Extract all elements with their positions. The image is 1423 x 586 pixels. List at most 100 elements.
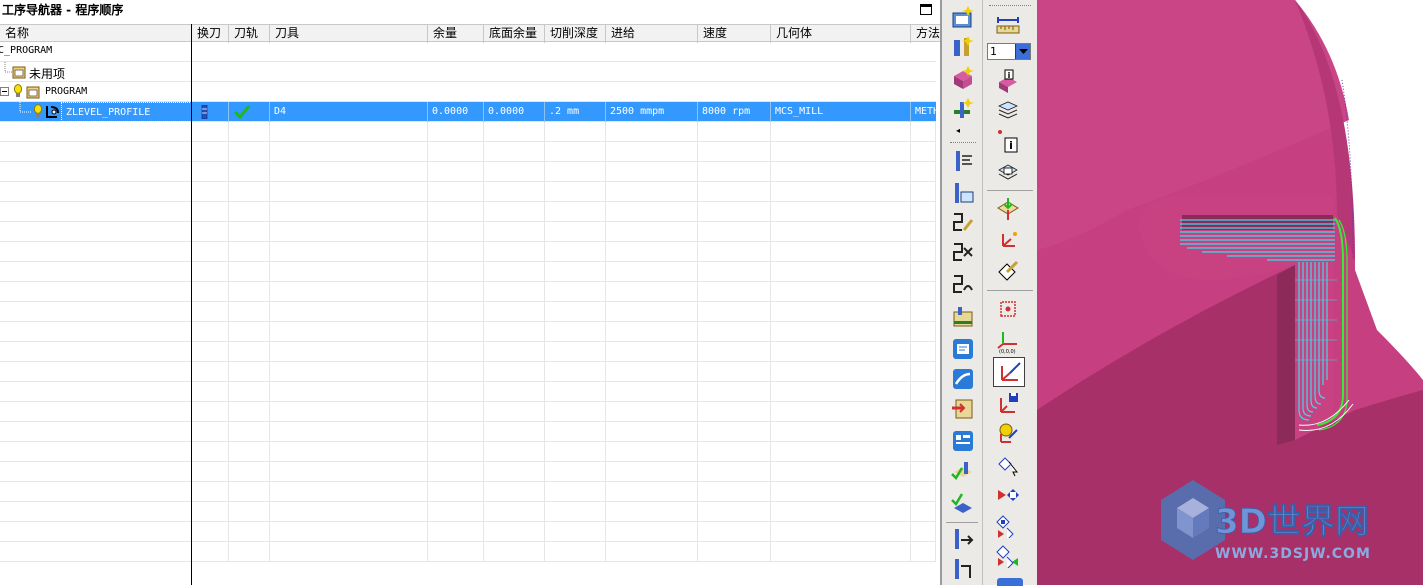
tree-row-operation[interactable]: ZLEVEL_PROFILE D4 0.0000 0.0000 .2 mm 25…	[0, 102, 936, 122]
measure-distance-icon[interactable]	[995, 12, 1021, 38]
table-row[interactable]	[0, 382, 936, 402]
table-row[interactable]	[0, 522, 936, 542]
column-header-method[interactable]: 方法	[911, 25, 940, 43]
column-header-feed[interactable]: 进给	[606, 25, 698, 43]
table-row[interactable]	[0, 142, 936, 162]
table-cell	[698, 502, 771, 522]
table-row[interactable]	[0, 122, 936, 142]
table-cell	[192, 162, 229, 182]
table-cell	[192, 122, 229, 142]
gouge-check-icon[interactable]	[950, 490, 976, 516]
table-cell	[270, 462, 428, 482]
column-header-speed[interactable]: 速度	[698, 25, 771, 43]
table-row[interactable]	[0, 282, 936, 302]
generate-toolpath-icon[interactable]	[950, 148, 976, 174]
column-header-toolpath[interactable]: 刀轨	[229, 25, 270, 43]
table-row[interactable]	[0, 262, 936, 282]
verify-icon[interactable]	[950, 366, 976, 392]
layer-settings-icon[interactable]	[995, 98, 1021, 124]
table-row[interactable]	[0, 182, 936, 202]
wcs-display-icon[interactable]	[995, 420, 1021, 446]
table-cell	[0, 422, 192, 442]
table-cell	[545, 262, 606, 282]
hide-icon[interactable]	[995, 512, 1021, 538]
edit-toolpath-icon[interactable]	[950, 210, 976, 236]
column-header-geometry[interactable]: 几何体	[771, 25, 911, 43]
view-toolbar: 1 i i (0,0,0)	[982, 0, 1037, 586]
object-info-icon[interactable]: i	[995, 68, 1021, 94]
layer-select[interactable]: 1	[987, 43, 1031, 60]
table-cell	[606, 382, 698, 402]
delete-toolpath-icon[interactable]	[950, 240, 976, 266]
table-cell	[911, 182, 936, 202]
info-icon[interactable]: i	[1001, 134, 1027, 160]
table-cell	[0, 182, 192, 202]
tool-insert-icon[interactable]	[950, 526, 976, 552]
table-cell	[606, 342, 698, 362]
output-clsf-icon[interactable]	[950, 396, 976, 422]
column-header-cut-depth[interactable]: 切削深度	[545, 25, 606, 43]
table-cell	[484, 222, 545, 242]
table-row[interactable]	[0, 542, 936, 562]
column-header-tool-change[interactable]: 换刀	[192, 25, 229, 43]
column-header-tool[interactable]: 刀具	[270, 25, 428, 43]
table-cell	[911, 282, 936, 302]
table-cell	[606, 542, 698, 562]
wcs-dynamic-icon[interactable]: (0,0,0)	[995, 328, 1021, 354]
table-row[interactable]	[0, 222, 936, 242]
table-cell	[545, 302, 606, 322]
table-row[interactable]	[0, 482, 936, 502]
tree-row-root[interactable]: NC_PROGRAM	[0, 42, 936, 62]
table-row[interactable]	[0, 362, 936, 382]
column-header-floor-stock[interactable]: 底面余量	[484, 25, 545, 43]
table-cell	[545, 222, 606, 242]
table-row[interactable]	[0, 202, 936, 222]
column-header-name[interactable]: 名称	[0, 25, 192, 43]
wcs-save-icon[interactable]	[995, 390, 1021, 416]
table-row[interactable]	[0, 442, 936, 462]
maximize-icon[interactable]	[920, 4, 932, 15]
toolbar-grip[interactable]	[989, 5, 1031, 7]
show-hide-icon[interactable]	[995, 482, 1021, 508]
wcs-orient-button-active[interactable]	[993, 357, 1025, 387]
chevron-down-icon[interactable]	[1015, 44, 1030, 59]
create-program-icon[interactable]	[950, 4, 976, 30]
create-geometry-icon[interactable]	[950, 64, 976, 90]
plane-icon[interactable]	[995, 196, 1021, 222]
simulate-icon[interactable]	[950, 460, 976, 486]
workshop-report-icon[interactable]	[950, 428, 976, 454]
table-row[interactable]	[0, 342, 936, 362]
list-toolpath-icon[interactable]	[950, 272, 976, 298]
table-row[interactable]	[0, 242, 936, 262]
table-row[interactable]	[0, 162, 936, 182]
create-method-icon[interactable]	[950, 96, 976, 122]
shop-docs-icon[interactable]	[950, 336, 976, 362]
table-cell	[428, 182, 484, 202]
select-pointer-icon[interactable]	[995, 452, 1021, 478]
table-cell	[606, 202, 698, 222]
invert-show-hide-icon[interactable]	[995, 542, 1021, 568]
toolbar-grip[interactable]	[950, 142, 976, 144]
postprocess-icon[interactable]	[950, 304, 976, 330]
table-row[interactable]	[0, 422, 936, 442]
wcs-origin-icon[interactable]	[995, 296, 1021, 322]
table-cell	[229, 142, 270, 162]
table-row[interactable]	[0, 322, 936, 342]
toolbar-overflow-icon[interactable]: ◂	[956, 126, 960, 135]
tree-row-unused[interactable]: 未用项	[0, 62, 936, 82]
create-tool-icon[interactable]	[950, 34, 976, 60]
column-header-stock[interactable]: 余量	[428, 25, 484, 43]
tree-row-program[interactable]: PROGRAM	[0, 82, 936, 102]
layer-move-icon[interactable]	[995, 160, 1021, 186]
table-row[interactable]	[0, 402, 936, 422]
table-row[interactable]	[0, 302, 936, 322]
graphics-viewport[interactable]: 3D世界网 WWW.3DSJW.COM	[1037, 0, 1423, 585]
table-cell	[270, 502, 428, 522]
table-row[interactable]	[0, 502, 936, 522]
datum-csys-icon[interactable]	[995, 228, 1021, 254]
table-row[interactable]	[0, 462, 936, 482]
replay-toolpath-icon[interactable]	[950, 180, 976, 206]
datum-axis-icon[interactable]	[995, 258, 1021, 284]
collapse-icon[interactable]	[0, 86, 10, 98]
tool-path-display-icon[interactable]	[950, 556, 976, 582]
